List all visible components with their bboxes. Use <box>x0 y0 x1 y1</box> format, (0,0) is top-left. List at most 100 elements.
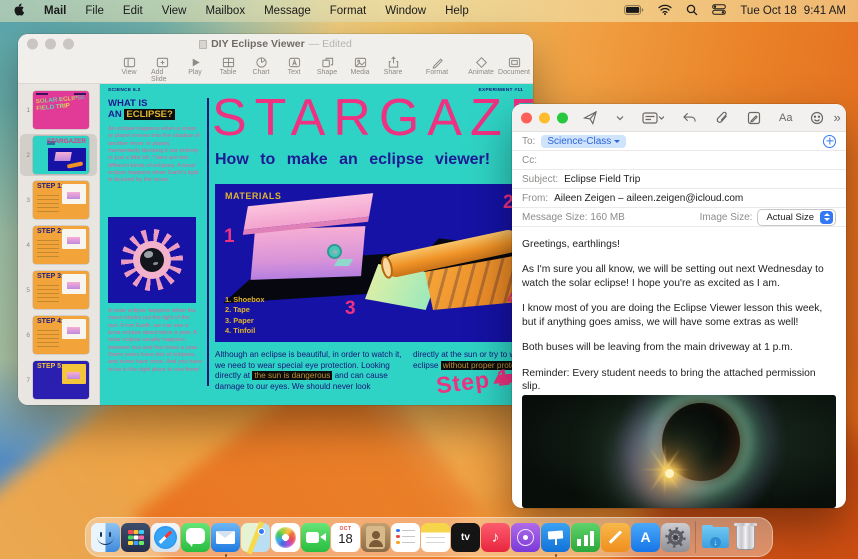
close-button[interactable] <box>27 38 38 50</box>
animate-button[interactable]: Animate <box>468 56 494 76</box>
control-center-icon[interactable] <box>712 4 727 18</box>
decoration <box>37 240 59 258</box>
image-size-select[interactable]: Actual Size <box>757 208 836 226</box>
spotlight-icon[interactable] <box>686 4 698 19</box>
battery-icon[interactable] <box>624 4 644 18</box>
slide-1-title: SOLAR ECLIPSE FIELD TRIP <box>35 93 86 112</box>
decoration <box>140 248 164 272</box>
body-paragraph: Both buses will be leaving from the main… <box>522 342 793 354</box>
document-button[interactable]: Document <box>498 56 530 76</box>
dock-music[interactable]: ♪ <box>481 522 510 552</box>
dock-safari[interactable] <box>151 522 180 552</box>
format-button[interactable]: Format <box>426 56 448 76</box>
dock-contacts[interactable] <box>361 522 390 552</box>
menu-bar-clock[interactable]: Tue Oct 18 9:41 AM <box>740 5 846 17</box>
menu-view[interactable]: View <box>162 5 187 17</box>
sidebar-heading[interactable]: WHAT IS AN ECLIPSE? <box>108 98 204 121</box>
from-field[interactable]: From: Aileen Zeigen – aileen.zeigen@iclo… <box>512 189 846 208</box>
dock-maps[interactable] <box>241 520 270 555</box>
dock-numbers[interactable] <box>571 522 600 552</box>
warning-paragraph-left[interactable]: Although an eclipse is beautiful, in ord… <box>215 350 405 393</box>
dock-system-settings[interactable] <box>661 522 690 552</box>
decoration <box>246 520 265 555</box>
slide-thumbnail-5[interactable]: 5 STEP 3: <box>20 269 97 311</box>
slide-thumbnail-6[interactable]: 6 STEP 4: <box>20 314 97 356</box>
minimize-button[interactable] <box>539 112 550 123</box>
table-button[interactable]: Table <box>217 56 239 76</box>
slide-thumbnail-3[interactable]: 3 STEP 1: <box>20 179 97 221</box>
dock-downloads[interactable]: ↓ <box>701 523 730 552</box>
slide-subtitle[interactable]: How to make an eclipse viewer! <box>215 151 490 169</box>
share-button[interactable]: Share <box>382 56 404 76</box>
dock-notes[interactable] <box>421 522 450 552</box>
menu-app-name[interactable]: Mail <box>44 5 66 17</box>
add-slide-button[interactable]: Add Slide <box>151 56 173 83</box>
materials-heading: MATERIALS <box>225 191 282 201</box>
close-button[interactable] <box>521 112 532 123</box>
zoom-button[interactable] <box>63 38 74 50</box>
sun-illustration-box[interactable] <box>108 217 196 303</box>
eclipse-paragraph-2[interactable]: A solar eclipse happens when the moon bl… <box>108 308 202 374</box>
markup-icon[interactable] <box>738 111 770 125</box>
dock-facetime[interactable] <box>301 522 330 552</box>
menu-mailbox[interactable]: Mailbox <box>205 5 245 17</box>
slide-title[interactable]: STARGAZER <box>212 88 533 148</box>
recipient-token[interactable]: Science-Class <box>541 134 627 148</box>
slide-5-title: STEP 3: <box>37 273 64 280</box>
eclipse-paragraph-1[interactable]: An eclipse happens when a moon or planet… <box>108 126 202 185</box>
view-button[interactable]: View <box>118 56 140 76</box>
play-button[interactable]: Play <box>184 56 206 76</box>
header-fields-icon[interactable] <box>633 111 673 124</box>
slide-thumbnail-7[interactable]: 7 STEP 5: <box>20 359 97 401</box>
media-button[interactable]: Media <box>349 56 371 76</box>
dock-photos[interactable] <box>271 522 300 552</box>
slide-thumbnail-2-selected[interactable]: 2 STARGAZER <box>20 134 97 176</box>
reply-icon[interactable] <box>673 111 706 124</box>
dock-tv[interactable]: tv <box>451 522 480 552</box>
menu-window[interactable]: Window <box>385 5 426 17</box>
science-label[interactable]: SCIENCE 6.2 <box>108 88 141 93</box>
chart-button[interactable]: Chart <box>250 56 272 76</box>
dock-mail[interactable] <box>211 522 240 557</box>
slide-thumbnail-4[interactable]: 4 STEP 2: <box>20 224 97 266</box>
dock-launchpad[interactable] <box>121 522 150 552</box>
shape-button[interactable]: Shape <box>316 56 338 76</box>
eclipse-photo-attachment[interactable] <box>522 395 836 508</box>
image-size-value: Actual Size <box>766 211 814 223</box>
cc-field[interactable]: Cc: <box>512 151 846 170</box>
to-field[interactable]: To: Science-Class <box>512 132 846 151</box>
menu-help[interactable]: Help <box>445 5 469 17</box>
format-text-icon[interactable]: Aa <box>770 112 801 124</box>
materials-box[interactable]: MATERIALS 1 2 3 4 <box>215 184 531 342</box>
dock-trash[interactable] <box>731 522 760 552</box>
slide-4-title: STEP 2: <box>37 228 64 235</box>
menu-file[interactable]: File <box>85 5 104 17</box>
slide-thumbnail-1[interactable]: 1 SOLAR ECLIPSE FIELD TRIP <box>20 89 97 131</box>
apple-menu[interactable] <box>12 2 25 20</box>
minimize-button[interactable] <box>45 38 56 50</box>
menu-message[interactable]: Message <box>264 5 311 17</box>
menu-edit[interactable]: Edit <box>123 5 143 17</box>
dock-messages[interactable] <box>181 522 210 552</box>
subject-field[interactable]: Subject: Eclipse Field Trip <box>512 170 846 189</box>
dock: OCT 18 tv ♪ A ↓ <box>85 517 773 557</box>
dock-app-store[interactable]: A <box>631 522 660 552</box>
send-icon[interactable] <box>574 110 607 125</box>
dock-podcasts[interactable] <box>511 522 540 552</box>
dock-pages[interactable] <box>601 522 630 552</box>
zoom-button[interactable] <box>557 112 568 123</box>
add-recipient-button[interactable] <box>823 134 836 148</box>
dock-calendar[interactable]: OCT 18 <box>331 522 360 552</box>
dock-finder[interactable] <box>91 522 120 552</box>
wifi-icon[interactable] <box>658 4 672 18</box>
text-button[interactable]: Text <box>283 56 305 76</box>
toolbar-more-icon[interactable]: » <box>833 110 846 125</box>
attach-icon[interactable] <box>706 111 738 125</box>
menu-format[interactable]: Format <box>330 5 366 17</box>
dock-keynote[interactable] <box>541 522 570 557</box>
decoration <box>67 237 80 244</box>
slide-thumbnail-8[interactable]: 8 DID YOU KNOW... <box>20 404 97 405</box>
send-options-chevron-icon[interactable] <box>607 115 633 121</box>
dock-reminders[interactable] <box>391 522 420 552</box>
emoji-icon[interactable] <box>801 111 833 125</box>
